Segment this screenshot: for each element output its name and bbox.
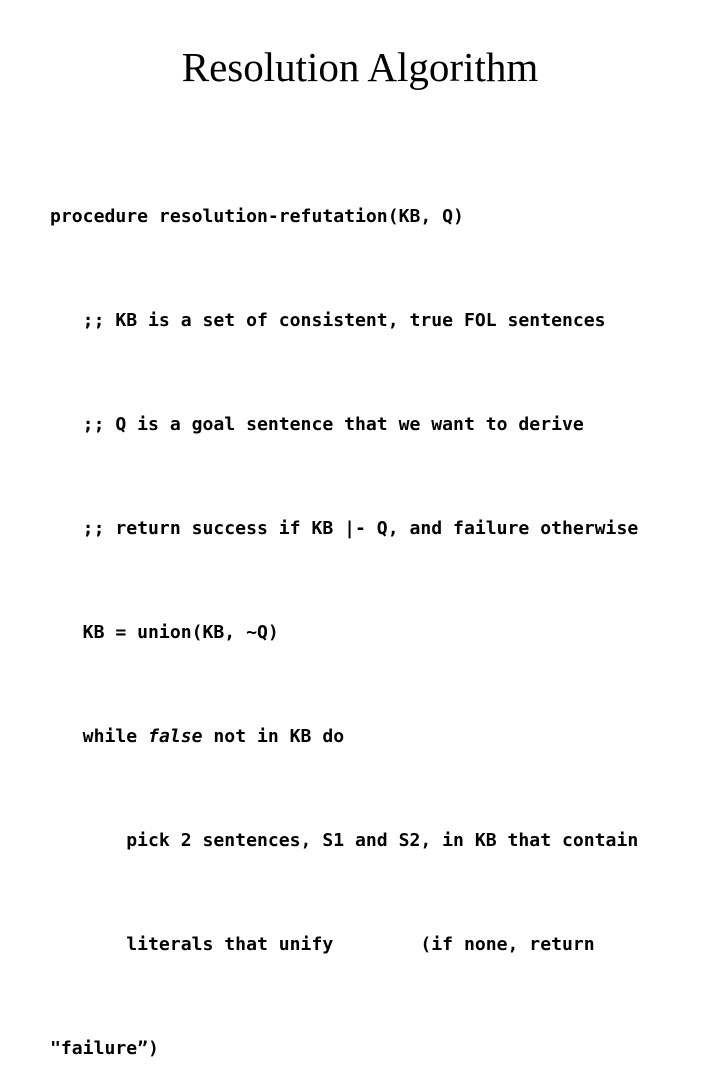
page-title: Resolution Algorithm bbox=[181, 44, 539, 90]
code-line-pick: pick 2 sentences, S1 and S2, in KB that … bbox=[50, 830, 639, 851]
code-line-kb-union-negq: KB = union(KB, ~Q) bbox=[50, 622, 279, 643]
code-line-comment-kb: ;; KB is a set of consistent, true FOL s… bbox=[50, 310, 606, 331]
code-line-comment-q: ;; Q is a goal sentence that we want to … bbox=[50, 414, 584, 435]
code-line-procedure: procedure resolution-refutation(KB, Q) bbox=[50, 206, 464, 227]
code-line-literals: literals that unify (if none, return bbox=[50, 934, 595, 955]
while-prefix: while bbox=[50, 726, 149, 747]
algorithm-code-block: procedure resolution-refutation(KB, Q) ;… bbox=[50, 126, 710, 1080]
code-line-failure: "failure”) bbox=[50, 1038, 159, 1059]
code-line-while: while false not in KB do bbox=[50, 724, 710, 750]
keyword-false-italic: false bbox=[148, 726, 203, 747]
slide-canvas: Resolution Algorithm procedure resolutio… bbox=[0, 0, 720, 1059]
while-suffix: not in KB do bbox=[202, 726, 345, 747]
code-line-comment-return: ;; return success if KB |- Q, and failur… bbox=[50, 518, 639, 539]
